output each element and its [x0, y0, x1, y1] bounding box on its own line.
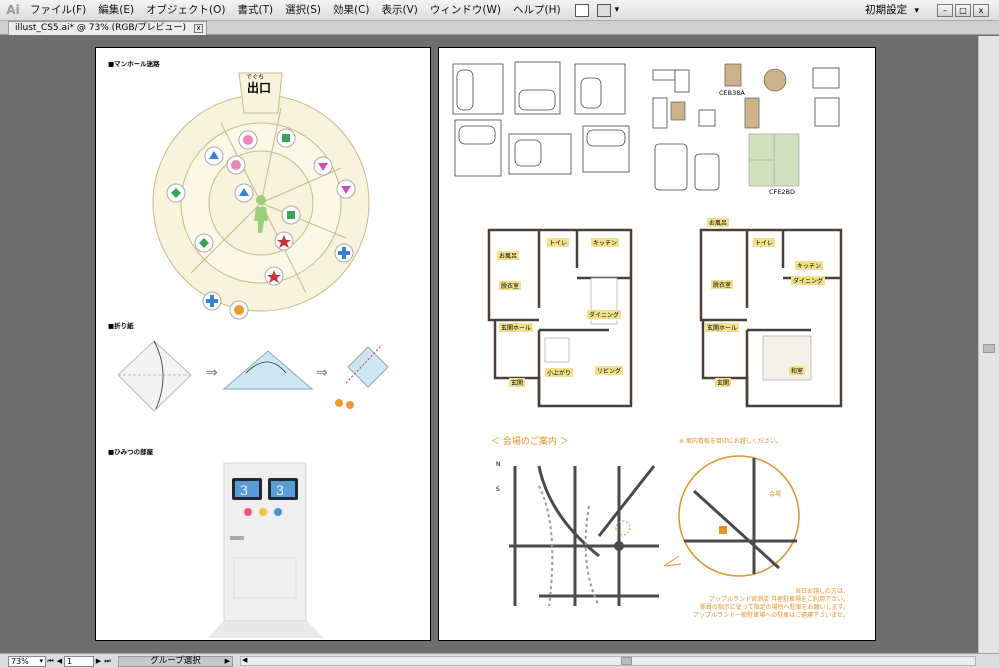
- scissors-icon: [335, 399, 354, 409]
- room-tag: 小上がり: [545, 368, 574, 377]
- restore-button[interactable]: □: [955, 4, 971, 17]
- chevron-down-icon: ▾: [914, 6, 919, 16]
- close-window-button[interactable]: x: [973, 4, 989, 17]
- menu-edit[interactable]: 編集(E): [92, 0, 140, 21]
- room-tag: トイレ: [547, 238, 570, 247]
- prev-artboard-icon[interactable]: ◀: [55, 656, 64, 667]
- status-tool-label: グループ選択: [150, 655, 201, 666]
- map-footer-line: 係員の指示に従って指定の場所へ駐車をお願いします。: [699, 604, 849, 611]
- artboard-left[interactable]: ■マンホール迷路 でぐち 出口 ■折り紙 ⇒ ⇒ ■ひみつの部屋 3 3: [95, 47, 431, 641]
- zoom-dropdown[interactable]: 73% ▾: [8, 655, 46, 667]
- room-tag: リビング: [595, 366, 624, 375]
- room-tag: 玄関: [509, 378, 526, 387]
- compass-n: N: [496, 461, 501, 468]
- status-bar: 73% ▾ ⏮ ◀ 1 ▶ ⏭ グループ選択 ▶ ◀: [0, 653, 999, 668]
- bridge-icon[interactable]: [574, 3, 589, 17]
- square-icon: [282, 134, 290, 142]
- origami-heading: ■折り紙: [108, 322, 134, 330]
- map-footer-line: アップルランド宮渕店 月極駐車場をご利用下さい。: [709, 596, 849, 603]
- door-digit-left: 3: [240, 484, 249, 499]
- exit-label: 出口: [247, 81, 272, 95]
- room-tag: ダイニング: [791, 276, 826, 285]
- artboard-number: 1: [67, 656, 73, 666]
- zoom-value: 73%: [11, 656, 29, 666]
- room-tag: お風呂: [497, 251, 520, 260]
- room-tag: 和室: [789, 366, 806, 375]
- room-tag: 玄関: [715, 378, 732, 387]
- menu-object[interactable]: オブジェクト(O): [140, 0, 231, 21]
- first-artboard-icon[interactable]: ⏮: [46, 656, 55, 667]
- venue-marker-icon: [719, 526, 727, 534]
- map-note: ※ 案内看板を目印にお越しください。: [679, 438, 782, 445]
- next-artboard-icon[interactable]: ▶: [94, 656, 103, 667]
- room-tag: キッチン: [795, 261, 824, 270]
- arrange-documents-icon[interactable]: [596, 3, 611, 17]
- menu-select[interactable]: 選択(S): [279, 0, 327, 21]
- label-tatami-color: CFE2BD: [769, 188, 795, 196]
- map-footer-line: 当日お越しの方は、: [794, 588, 849, 595]
- room-tag: ダイニング: [587, 310, 622, 319]
- menu-type[interactable]: 書式(T): [232, 0, 280, 21]
- map-footer-line: アップルランド一般駐車場への駐車はご遠慮下さいませ。: [693, 612, 849, 619]
- furniture-library: [452, 61, 840, 191]
- manhole-maze[interactable]: [96, 58, 432, 328]
- arrow-1: ⇒: [206, 365, 218, 381]
- compass-s: S: [496, 486, 500, 493]
- horizontal-scrollbar[interactable]: ◀: [240, 656, 976, 666]
- menu-window[interactable]: ウィンドウ(W): [424, 0, 507, 21]
- document-tab[interactable]: illust_CS5.ai* @ 73% (RGB/プレビュー) x: [8, 21, 208, 35]
- status-tool-field[interactable]: グループ選択 ▶: [118, 655, 233, 667]
- artboard-right[interactable]: CEB38A CFE2BD お風呂 トイレ キッチン 脱衣室 玄関ホール ダイニ…: [438, 47, 876, 641]
- room-tag: トイレ: [753, 238, 776, 247]
- menu-effect[interactable]: 効果(C): [327, 0, 376, 21]
- canvas[interactable]: ■マンホール迷路 でぐち 出口 ■折り紙 ⇒ ⇒ ■ひみつの部屋 3 3 CEB…: [0, 36, 978, 653]
- app-logo: Ai: [6, 3, 20, 17]
- minimize-button[interactable]: –: [937, 4, 953, 17]
- room-tag: キッチン: [591, 238, 620, 247]
- secret-room-heading: ■ひみつの部屋: [108, 448, 154, 456]
- origami-steps: [117, 340, 389, 412]
- circle-icon: [243, 135, 253, 145]
- label-table-color: CEB38A: [719, 89, 745, 97]
- scroll-left-icon[interactable]: ◀: [242, 656, 247, 664]
- menu-help[interactable]: ヘルプ(H): [507, 0, 567, 21]
- vertical-scrollbar[interactable]: [978, 36, 999, 653]
- horizontal-scroll-thumb[interactable]: [621, 657, 632, 665]
- document-tab-title: illust_CS5.ai* @ 73% (RGB/プレビュー): [15, 23, 187, 33]
- workspace-switcher[interactable]: 初期設定 ▾: [865, 0, 929, 21]
- menu-bar: Ai ファイル(F) 編集(E) オブジェクト(O) 書式(T) 選択(S) 効…: [0, 0, 999, 21]
- secret-door: [208, 462, 324, 638]
- status-arrow-icon: ▶: [224, 656, 230, 665]
- arrow-2: ⇒: [316, 365, 328, 381]
- chevron-down-icon: ▾: [39, 656, 43, 665]
- workspace-label: 初期設定: [865, 4, 908, 16]
- room-tag: 玄関ホール: [705, 323, 740, 332]
- last-artboard-icon[interactable]: ⏭: [103, 656, 112, 667]
- room-tag: 脱衣室: [711, 280, 734, 289]
- menu-file[interactable]: ファイル(F): [24, 0, 92, 21]
- room-tag: 玄関ホール: [499, 323, 534, 332]
- artboard-number-field[interactable]: 1: [64, 655, 94, 667]
- document-tab-bar: illust_CS5.ai* @ 73% (RGB/プレビュー) x: [0, 21, 999, 35]
- door-digit-right: 3: [276, 484, 285, 499]
- vertical-scroll-thumb[interactable]: [983, 344, 995, 353]
- arrange-dropdown-icon[interactable]: ▾: [615, 5, 620, 15]
- close-tab-icon[interactable]: x: [194, 24, 204, 33]
- legend-venue: 会場: [769, 491, 782, 498]
- menu-view[interactable]: 表示(V): [376, 0, 424, 21]
- room-tag: 脱衣室: [499, 281, 522, 290]
- map-footer: 当日お越しの方は、 アップルランド宮渕店 月極駐車場をご利用下さい。 係員の指示…: [659, 588, 849, 620]
- room-tag: お風呂: [707, 218, 730, 227]
